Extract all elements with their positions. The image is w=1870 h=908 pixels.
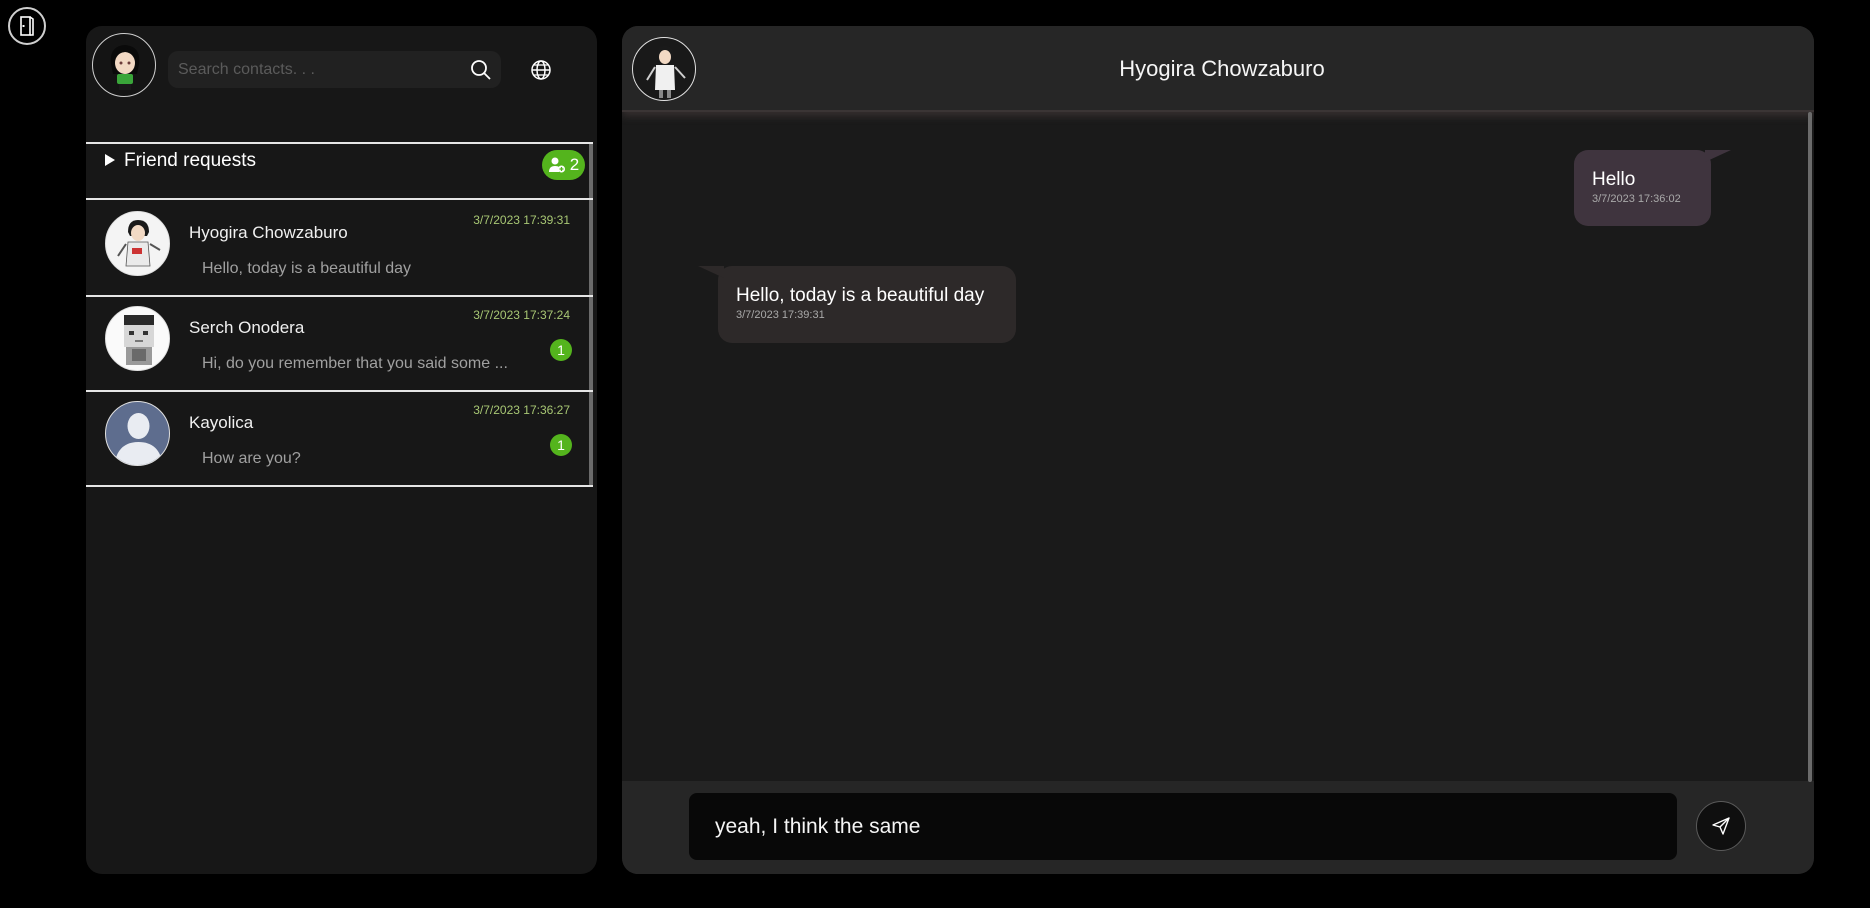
- anime-girl-avatar: [110, 45, 140, 90]
- friend-requests-label: Friend requests: [124, 150, 257, 171]
- chat-header: Hyogira Chowzaburo: [622, 26, 1814, 112]
- message-text: Hello, today is a beautiful day: [736, 285, 985, 306]
- unread-badge: 1: [550, 339, 572, 361]
- door-exit-icon: [20, 16, 34, 36]
- message-composer: [622, 781, 1814, 874]
- globe-icon: [531, 60, 551, 80]
- chat-scrollbar[interactable]: [1808, 112, 1812, 782]
- unread-badge: 1: [550, 434, 572, 456]
- contact-list: Friend requests 2 Hyogira Chowzaburo 3/7…: [86, 142, 597, 874]
- contact-name: Hyogira Chowzaburo: [189, 223, 348, 242]
- chat-panel: Hyogira Chowzaburo Hello 3/7/2023 17:36:…: [622, 26, 1814, 874]
- search-bar: [168, 51, 501, 88]
- friend-requests-toggle[interactable]: Friend requests 2: [86, 142, 593, 200]
- contact-last-message: Hi, do you remember that you said some .…: [202, 355, 508, 372]
- chat-title: Hyogira Chowzaburo: [1119, 56, 1325, 81]
- anime-boy-avatar: [117, 220, 161, 267]
- message-input[interactable]: [689, 793, 1677, 860]
- contact-timestamp: 3/7/2023 17:36:27: [473, 403, 570, 417]
- language-button[interactable]: [527, 56, 555, 84]
- contact-timestamp: 3/7/2023 17:39:31: [473, 213, 570, 227]
- contact-item-hyogira[interactable]: Hyogira Chowzaburo 3/7/2023 17:39:31 Hel…: [86, 202, 593, 297]
- default-user-avatar: [114, 413, 163, 465]
- message-timestamp: 3/7/2023 17:39:31: [736, 309, 825, 321]
- contact-name: Serch Onodera: [189, 318, 305, 337]
- friend-requests-badge[interactable]: 2: [542, 150, 585, 180]
- pixel-boy-avatar: [124, 315, 154, 365]
- contacts-panel: Friend requests 2: [86, 26, 597, 874]
- outgoing-message: Hello 3/7/2023 17:36:02: [1574, 150, 1731, 226]
- contact-name: Kayolica: [189, 413, 254, 432]
- expand-triangle-icon: [105, 154, 115, 166]
- search-input[interactable]: [168, 51, 461, 88]
- incoming-message: Hello, today is a beautiful day 3/7/2023…: [698, 266, 1016, 343]
- user-avatar[interactable]: [92, 33, 156, 97]
- contact-last-message: Hello, today is a beautiful day: [202, 260, 412, 277]
- search-button[interactable]: [461, 51, 501, 88]
- message-timestamp: 3/7/2023 17:36:02: [1592, 193, 1681, 205]
- contact-timestamp: 3/7/2023 17:37:24: [473, 308, 570, 322]
- contact-last-message: How are you?: [202, 450, 301, 467]
- contact-item-serch[interactable]: Serch Onodera 3/7/2023 17:37:24 1 Hi, do…: [86, 297, 593, 392]
- search-icon: [471, 59, 491, 80]
- paper-plane-icon: [1712, 817, 1730, 835]
- avatar: [105, 401, 170, 466]
- message-text: Hello: [1592, 169, 1636, 190]
- avatar: [105, 211, 170, 276]
- add-user-icon: [548, 157, 565, 173]
- friend-requests-count: 2: [569, 155, 580, 174]
- avatar: [105, 306, 170, 371]
- contact-item-kayolica[interactable]: Kayolica 3/7/2023 17:36:27 1 How are you…: [86, 392, 593, 487]
- logout-button[interactable]: [8, 7, 46, 45]
- send-button[interactable]: [1696, 801, 1746, 851]
